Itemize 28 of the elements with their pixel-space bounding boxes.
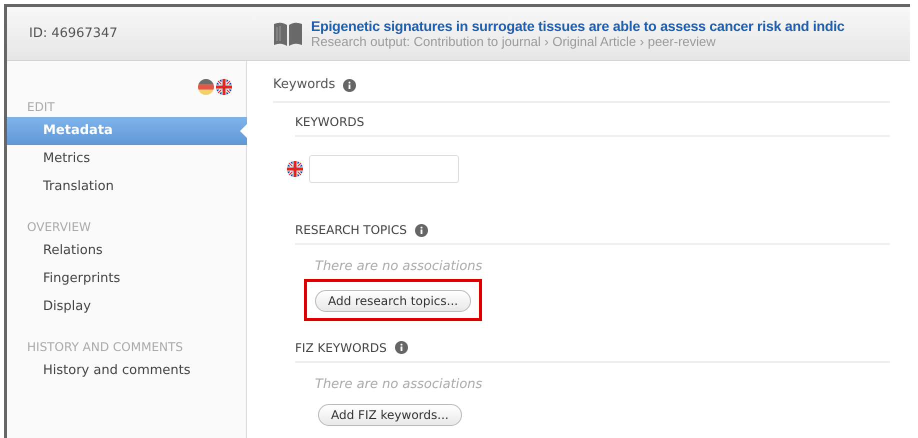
english-flag-icon bbox=[216, 79, 232, 95]
info-icon[interactable] bbox=[343, 78, 356, 92]
add-button[interactable]: Add research topics... bbox=[315, 290, 472, 312]
section-title: KEYWORDS bbox=[295, 114, 364, 131]
sidebar-item[interactable]: Translation bbox=[7, 173, 246, 201]
empty-message: There are no associations bbox=[315, 376, 484, 394]
record-id: ID: 46967347 bbox=[29, 24, 118, 43]
info-icon[interactable] bbox=[414, 224, 428, 236]
sidebar-item[interactable]: Metrics bbox=[7, 145, 246, 173]
uk-flag-icon bbox=[287, 161, 303, 177]
record-title[interactable]: Epigenetic signatures in surrogate tissues are able to assess cancer risk and indic bbox=[311, 18, 845, 34]
sidebar-item[interactable]: History and comments bbox=[7, 357, 246, 385]
panel-heading: Keywords bbox=[273, 76, 336, 94]
sidebar-item[interactable]: Fingerprints bbox=[7, 265, 246, 293]
empty-message: There are no associations bbox=[315, 258, 484, 276]
section-title: FIZ KEYWORDS bbox=[295, 340, 387, 356]
german-flag-icon[interactable] bbox=[198, 79, 214, 95]
book-icon bbox=[273, 20, 303, 46]
sidebar-item[interactable]: Relations bbox=[7, 237, 246, 265]
keyword-input[interactable] bbox=[309, 155, 459, 183]
section-heading: OVERVIEW bbox=[26, 219, 92, 236]
add-button[interactable]: Add FIZ keywords... bbox=[318, 404, 462, 426]
sidebar-item[interactable]: Display bbox=[7, 293, 246, 321]
section-heading: EDIT bbox=[26, 99, 56, 116]
section-heading: HISTORY AND COMMENTS bbox=[26, 339, 184, 356]
info-icon[interactable] bbox=[394, 341, 408, 354]
record-type: Research output: Contribution to journal › Original Article › peer-review bbox=[311, 34, 717, 48]
section-title: RESEARCH TOPICS bbox=[295, 222, 407, 239]
